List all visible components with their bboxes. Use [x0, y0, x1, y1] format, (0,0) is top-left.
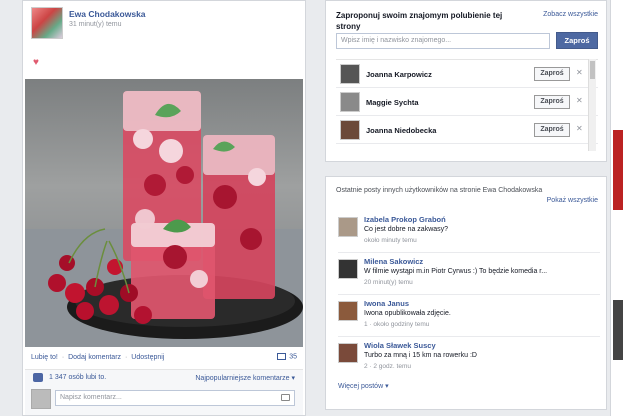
see-all-friends-link[interactable]: Zobacz wszystkie [543, 11, 598, 18]
close-icon[interactable]: ✕ [576, 96, 583, 105]
heart-icon: ♥ [33, 57, 39, 68]
post-author-avatar[interactable] [338, 343, 358, 363]
invite-button[interactable]: Zaproś [556, 32, 598, 49]
friend-row: Joanna Karpowicz Zaproś ✕ [336, 60, 598, 88]
recent-post-item[interactable]: Izabela Prokop Graboń Co jest dobre na z… [338, 215, 600, 253]
recent-post-item[interactable]: Milena Sakowicz W filmie wystąpi m.in Pi… [338, 257, 600, 295]
friend-list: Joanna Karpowicz Zaproś ✕ Maggie Sychta … [336, 59, 598, 151]
drinks-illustration [25, 91, 303, 347]
show-all-posts-link[interactable]: Pokaż wszystkie [547, 197, 598, 204]
user-avatar [31, 389, 51, 409]
comment-icon [277, 353, 287, 360]
recent-posts-title: Ostatnie posty innych użytkowników na st… [336, 187, 543, 194]
comment-sort-dropdown[interactable]: Najpopularniejsze komentarze ▾ [195, 374, 295, 382]
post-author-avatar[interactable] [338, 217, 358, 237]
scrollbar-thumb[interactable] [590, 61, 595, 79]
friend-search-input[interactable]: Wpisz imię i nazwisko znajomego... [336, 33, 550, 49]
recent-post-author[interactable]: Milena Sakowicz [364, 257, 423, 266]
sidebar-ad-image[interactable] [613, 130, 623, 210]
page-post: Ewa Chodakowska 31 minut(y) temu ♥ Lubię… [22, 0, 306, 416]
right-sidebar-clipped [610, 0, 623, 416]
divider [338, 252, 600, 253]
post-action-bar: Lubię to! · Dodaj komentarz · Udostępnij [31, 354, 164, 361]
add-comment-link[interactable]: Dodaj komentarz [68, 354, 121, 361]
comment-count-value: 35 [289, 353, 297, 361]
invite-panel-title: Zaproponuj swoim znajomym polubienie tej… [336, 11, 503, 31]
share-link[interactable]: Udostępnij [131, 354, 164, 361]
recent-post-item[interactable]: Wiola Sławek Suscy Turbo za mną i 15 km … [338, 341, 600, 379]
friend-name[interactable]: Joanna Karpowicz [366, 70, 432, 79]
recent-post-text[interactable]: Turbo za mną i 15 km na rowerku :D [364, 352, 477, 359]
more-posts-link[interactable]: Więcej postów ▾ [338, 382, 389, 390]
post-author-avatar[interactable] [338, 301, 358, 321]
recent-post-text[interactable]: Iwona opublikowała zdjęcie. [364, 310, 451, 317]
like-link[interactable]: Lubię to! [31, 354, 58, 361]
divider [338, 294, 600, 295]
friend-name[interactable]: Maggie Sychta [366, 98, 419, 107]
recent-post-time[interactable]: około minuty temu [364, 237, 417, 244]
separator: · [61, 354, 65, 361]
friend-invite-button[interactable]: Zaproś [534, 67, 570, 81]
recent-post-time[interactable]: 2 · 2 godz. temu [364, 363, 411, 370]
recent-post-text[interactable]: W filmie wystąpi m.in Piotr Cyrwus :) To… [364, 268, 547, 275]
divider [338, 336, 600, 337]
recent-post-time[interactable]: 1 · około godziny temu [364, 321, 429, 328]
recent-posts-panel: Ostatnie posty innych użytkowników na st… [325, 176, 607, 410]
recent-post-time[interactable]: 20 minut(y) temu [364, 279, 413, 286]
post-photo[interactable] [25, 79, 303, 347]
post-timestamp[interactable]: 31 minut(y) temu [69, 21, 122, 28]
recent-post-item[interactable]: Iwona Janus Iwona opublikowała zdjęcie. … [338, 299, 600, 337]
likes-count[interactable]: 1 347 osób lubi to. [49, 374, 106, 381]
friend-avatar[interactable] [340, 64, 360, 84]
recent-post-author[interactable]: Iwona Janus [364, 299, 409, 308]
post-author[interactable]: Ewa Chodakowska [69, 9, 146, 19]
likes-bar: 1 347 osób lubi to. Najpopularniejsze ko… [25, 369, 303, 385]
comment-input[interactable]: Napisz komentarz... [55, 390, 295, 406]
camera-icon[interactable] [281, 394, 290, 401]
post-author-avatar[interactable] [338, 259, 358, 279]
sidebar-image[interactable] [613, 300, 623, 360]
author-avatar[interactable] [31, 7, 63, 39]
friend-avatar[interactable] [340, 92, 360, 112]
friend-list-scrollbar[interactable] [588, 59, 596, 151]
thumbs-up-icon [33, 373, 43, 382]
recent-post-author[interactable]: Wiola Sławek Suscy [364, 341, 436, 350]
friend-invite-button[interactable]: Zaproś [534, 95, 570, 109]
invite-friends-panel: Zaproponuj swoim znajomym polubienie tej… [325, 0, 607, 162]
close-icon[interactable]: ✕ [576, 124, 583, 133]
close-icon[interactable]: ✕ [576, 68, 583, 77]
recent-post-author[interactable]: Izabela Prokop Graboń [364, 215, 446, 224]
recent-post-text[interactable]: Co jest dobre na zakwasy? [364, 226, 448, 233]
comment-count[interactable]: 35 [277, 353, 297, 360]
friend-name[interactable]: Joanna Niedobecka [366, 126, 436, 135]
comment-composer: Napisz komentarz... [25, 385, 303, 415]
separator: · [124, 354, 128, 361]
friend-avatar[interactable] [340, 120, 360, 140]
friend-invite-button[interactable]: Zaproś [534, 123, 570, 137]
comment-placeholder: Napisz komentarz... [60, 394, 122, 401]
friend-row: Maggie Sychta Zaproś ✕ [336, 88, 598, 116]
friend-row: Joanna Niedobecka Zaproś ✕ [336, 116, 598, 144]
